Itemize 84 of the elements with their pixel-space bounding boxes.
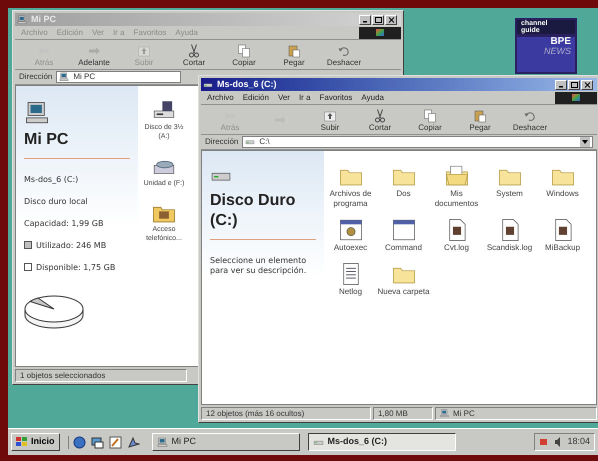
address-label: Dirección xyxy=(205,136,238,148)
undo-button[interactable]: Deshacer xyxy=(319,40,369,69)
paste-icon xyxy=(472,108,488,124)
clock: 18:04 xyxy=(567,435,590,448)
settings-icon xyxy=(338,217,364,243)
paste-button[interactable]: Pegar xyxy=(269,40,319,69)
address-field[interactable]: C:\ xyxy=(242,136,593,148)
task-button[interactable]: Mi PC xyxy=(152,433,300,451)
maximize-icon xyxy=(570,82,578,88)
file-item[interactable]: Command xyxy=(377,217,430,253)
paste-button[interactable]: Pegar xyxy=(455,105,505,134)
file-item[interactable]: Nueva carpeta xyxy=(377,261,430,297)
maximize-button[interactable] xyxy=(372,14,384,24)
cut-icon xyxy=(372,108,388,124)
file-item[interactable]: Cvt.log xyxy=(430,217,483,253)
file-item[interactable]: Scandisk.log xyxy=(483,217,536,253)
menu-item[interactable]: Ir a xyxy=(298,94,311,102)
panel-title: Disco Duro (C:) xyxy=(210,191,316,240)
window-title: Ms-dos_6 (C:) xyxy=(217,80,277,89)
undo-button[interactable]: Deshacer xyxy=(505,105,555,134)
close-button[interactable] xyxy=(385,14,397,24)
logo-text: BPE xyxy=(550,37,571,47)
computer-icon xyxy=(59,72,70,82)
panel-text: Disco duro local xyxy=(24,197,89,207)
close-button[interactable] xyxy=(581,80,593,90)
menu-item[interactable]: Ayuda xyxy=(361,94,384,102)
file-item[interactable]: MiBackup xyxy=(536,217,589,253)
computer-icon xyxy=(17,14,27,24)
file-item[interactable]: Netlog xyxy=(324,261,377,297)
file-item[interactable]: Autoexec xyxy=(324,217,377,253)
file-item[interactable]: Archivos de programa xyxy=(324,163,377,209)
cut-button[interactable]: Cortar xyxy=(169,40,219,69)
copy-icon xyxy=(236,42,252,58)
computer-icon xyxy=(24,100,50,126)
dropdown-button[interactable] xyxy=(580,137,590,147)
status-field: 1,80 MB xyxy=(373,407,433,420)
copy-icon xyxy=(422,108,438,124)
up-button[interactable]: Subir xyxy=(305,105,355,134)
window-title: Mi PC xyxy=(31,15,56,24)
panel-text: Seleccione un elemento para ver su descripción. xyxy=(210,256,308,276)
status-field: 12 objetos (más 16 ocultos) xyxy=(201,407,371,420)
legend-label: Disponible: 1,75 GB xyxy=(36,263,116,273)
legend-label: Utilizado: 246 MB xyxy=(36,241,106,251)
menu-item[interactable]: Archivo xyxy=(207,94,234,102)
status-field: 1 objetos seleccionados xyxy=(15,369,187,382)
file-item[interactable]: System xyxy=(483,163,536,209)
forward-button[interactable]: Adelante xyxy=(69,40,119,69)
file-item[interactable]: Mis documentos xyxy=(430,163,483,209)
panel-text: Ms-dos_6 (C:) xyxy=(24,175,80,185)
paste-icon xyxy=(286,42,302,58)
minimize-button[interactable] xyxy=(359,14,371,24)
computer-icon xyxy=(156,436,168,448)
windows-logo-icon xyxy=(359,26,401,38)
panel-title: Mi PC xyxy=(24,130,130,159)
browser-icon[interactable] xyxy=(72,436,86,448)
windows-logo-icon xyxy=(555,92,597,104)
file-item[interactable]: Dos xyxy=(377,163,430,209)
program-icon xyxy=(390,217,416,243)
cut-button[interactable]: Cortar xyxy=(355,105,405,134)
menu-item[interactable]: Edición xyxy=(242,94,269,102)
copy-button[interactable]: Copiar xyxy=(405,105,455,134)
menu-item[interactable]: Favoritos xyxy=(320,94,352,102)
disk-usage-pie-drawing xyxy=(24,293,84,329)
close-icon xyxy=(388,16,394,22)
maximize-button[interactable] xyxy=(568,80,580,90)
maximize-icon xyxy=(374,16,382,22)
address-label: Dirección xyxy=(19,71,52,83)
address-field[interactable]: Mi PC xyxy=(56,71,182,83)
task-button[interactable]: Ms-dos_6 (C:) xyxy=(308,433,456,451)
caret-icon xyxy=(582,140,588,144)
close-icon xyxy=(584,82,590,88)
panel-text: Capacidad: 1,99 GB xyxy=(24,219,104,229)
cut-icon xyxy=(186,42,202,58)
status-field: Mi PC xyxy=(435,407,597,420)
logo-text: NEWS xyxy=(544,47,571,56)
notepad-icon[interactable] xyxy=(108,436,122,448)
copy-button[interactable]: Copiar xyxy=(219,40,269,69)
file-item[interactable]: Windows xyxy=(536,163,589,209)
menu-item[interactable]: Ver xyxy=(278,94,290,102)
show-desktop-icon[interactable] xyxy=(90,436,104,448)
windows-flag-icon xyxy=(16,437,27,447)
start-button[interactable]: Inicio xyxy=(11,433,60,451)
computer-icon xyxy=(440,409,449,418)
minimize-button[interactable] xyxy=(555,80,567,90)
